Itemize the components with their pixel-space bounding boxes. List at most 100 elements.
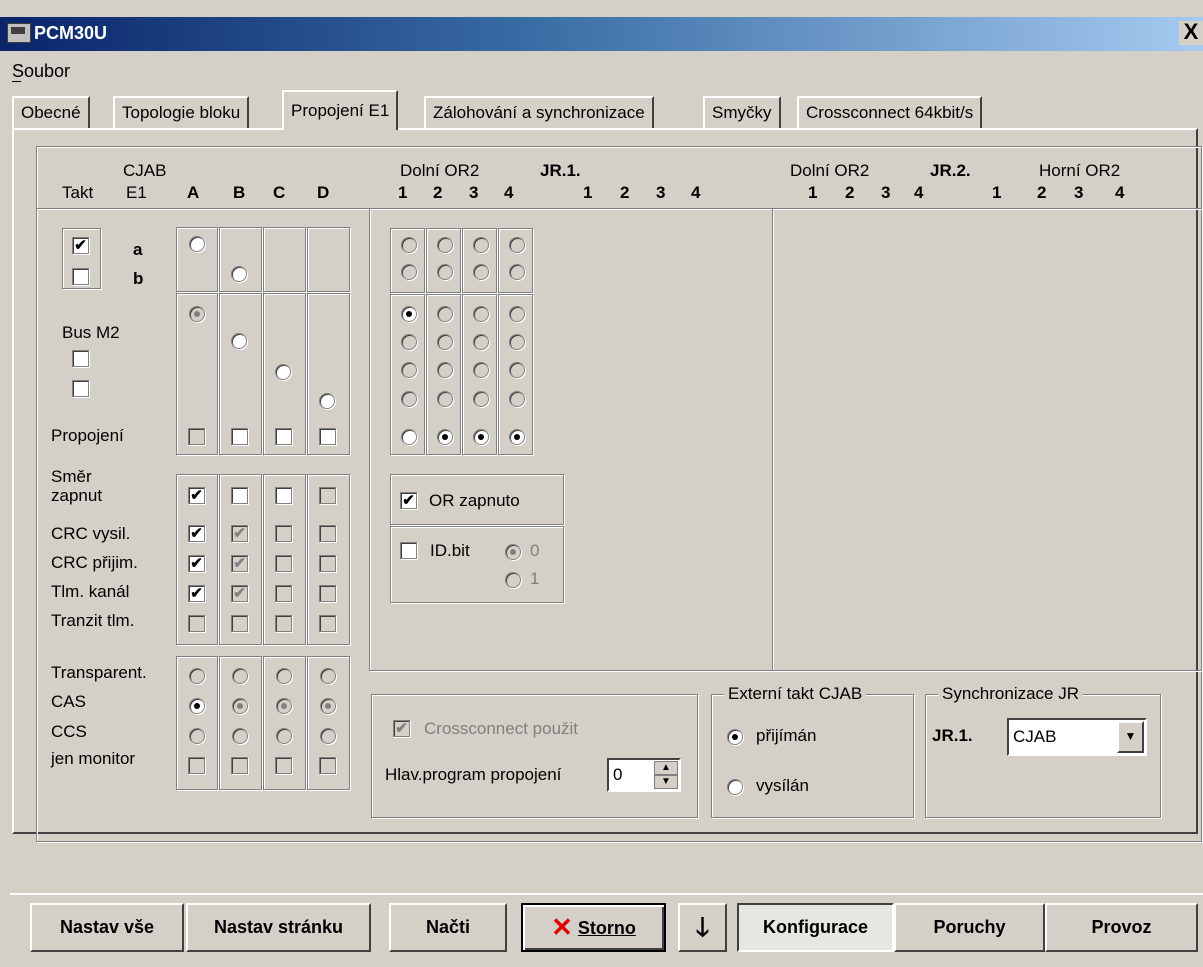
takt-a-checkbox[interactable]: ✔ bbox=[72, 237, 89, 254]
or-radio[interactable] bbox=[437, 429, 453, 445]
tranzit-checkbox-d[interactable] bbox=[319, 615, 336, 632]
or-radio[interactable] bbox=[401, 391, 417, 407]
bus-radio-d[interactable] bbox=[319, 393, 335, 409]
ext-takt-prijiman-radio[interactable] bbox=[727, 729, 743, 745]
ccs-radio-b[interactable] bbox=[232, 728, 248, 744]
crc-prijim-checkbox-a[interactable]: ✔ bbox=[188, 555, 205, 572]
propojeni-checkbox-d[interactable] bbox=[319, 428, 336, 445]
bus-radio-b[interactable] bbox=[231, 333, 247, 349]
poruchy-button[interactable]: Poruchy bbox=[894, 903, 1045, 952]
or-radio[interactable] bbox=[473, 391, 489, 407]
or-radio[interactable] bbox=[473, 264, 489, 280]
or-radio[interactable] bbox=[401, 237, 417, 253]
or-radio[interactable] bbox=[509, 429, 525, 445]
or-radio[interactable] bbox=[437, 391, 453, 407]
bus-m2-checkbox-2[interactable] bbox=[72, 380, 89, 397]
tab-crossconnect[interactable]: Crossconnect 64kbit/s bbox=[797, 96, 983, 128]
nastav-stranku-button[interactable]: Nastav stránku bbox=[186, 903, 371, 952]
or-radio[interactable] bbox=[401, 362, 417, 378]
close-button[interactable]: X bbox=[1179, 21, 1203, 45]
or-radio[interactable] bbox=[509, 264, 525, 280]
tlm-kanal-checkbox-d[interactable] bbox=[319, 585, 336, 602]
cas-radio-b[interactable] bbox=[232, 698, 248, 714]
bus-m2-checkbox-1[interactable] bbox=[72, 350, 89, 367]
tab-obecne[interactable]: Obecné bbox=[12, 96, 90, 128]
arrow-down-button[interactable]: 🡓 bbox=[678, 903, 727, 952]
cas-radio-d[interactable] bbox=[320, 698, 336, 714]
takt-b-checkbox[interactable] bbox=[72, 268, 89, 285]
spin-up-icon[interactable]: ▲ bbox=[654, 761, 678, 775]
id-bit-radio-1[interactable] bbox=[505, 572, 521, 588]
or-zapnuto-checkbox[interactable]: ✔ bbox=[400, 492, 417, 509]
chevron-down-icon[interactable]: ▼ bbox=[1117, 721, 1144, 753]
or-radio[interactable] bbox=[509, 306, 525, 322]
or-radio[interactable] bbox=[473, 334, 489, 350]
crc-vysil-checkbox-b[interactable]: ✔ bbox=[231, 525, 248, 542]
tranzit-checkbox-a[interactable] bbox=[188, 615, 205, 632]
storno-button[interactable]: ✕ Storno bbox=[521, 903, 666, 952]
propojeni-checkbox-a[interactable] bbox=[188, 428, 205, 445]
tranzit-checkbox-b[interactable] bbox=[231, 615, 248, 632]
or-radio[interactable] bbox=[437, 306, 453, 322]
transparent-radio-b[interactable] bbox=[232, 668, 248, 684]
id-bit-checkbox[interactable] bbox=[400, 542, 417, 559]
propojeni-checkbox-c[interactable] bbox=[275, 428, 292, 445]
tab-smycky[interactable]: Smyčky bbox=[703, 96, 781, 128]
crc-prijim-checkbox-b[interactable]: ✔ bbox=[231, 555, 248, 572]
tlm-kanal-checkbox-a[interactable]: ✔ bbox=[188, 585, 205, 602]
or-radio[interactable] bbox=[437, 362, 453, 378]
or-radio[interactable] bbox=[509, 391, 525, 407]
monitor-checkbox-d[interactable] bbox=[319, 757, 336, 774]
ccs-radio-c[interactable] bbox=[276, 728, 292, 744]
tlm-kanal-checkbox-b[interactable]: ✔ bbox=[231, 585, 248, 602]
or-radio[interactable] bbox=[437, 334, 453, 350]
crc-vysil-checkbox-c[interactable] bbox=[275, 525, 292, 542]
crc-vysil-checkbox-d[interactable] bbox=[319, 525, 336, 542]
crossconnect-checkbox[interactable]: ✔ bbox=[393, 720, 410, 737]
konfigurace-button[interactable]: Konfigurace bbox=[737, 903, 894, 952]
crc-prijim-checkbox-d[interactable] bbox=[319, 555, 336, 572]
crc-vysil-checkbox-a[interactable]: ✔ bbox=[188, 525, 205, 542]
ccs-radio-d[interactable] bbox=[320, 728, 336, 744]
or-radio[interactable] bbox=[401, 429, 417, 445]
smer-checkbox-c[interactable] bbox=[275, 487, 292, 504]
or-radio[interactable] bbox=[509, 334, 525, 350]
crc-prijim-checkbox-c[interactable] bbox=[275, 555, 292, 572]
tab-topologie[interactable]: Topologie bloku bbox=[113, 96, 250, 128]
bus-radio-a[interactable] bbox=[189, 306, 205, 322]
or-radio[interactable] bbox=[401, 264, 417, 280]
cas-radio-c[interactable] bbox=[276, 698, 292, 714]
spin-down-icon[interactable]: ▼ bbox=[654, 775, 678, 789]
hlav-program-spinner[interactable]: 0 ▲ ▼ bbox=[607, 758, 681, 792]
or-radio[interactable] bbox=[509, 237, 525, 253]
ccs-radio-a[interactable] bbox=[189, 728, 205, 744]
bus-radio-c[interactable] bbox=[275, 364, 291, 380]
takt-a-radio-a[interactable] bbox=[189, 236, 205, 252]
id-bit-radio-0[interactable] bbox=[505, 544, 521, 560]
propojeni-checkbox-b[interactable] bbox=[231, 428, 248, 445]
or-radio[interactable] bbox=[473, 237, 489, 253]
monitor-checkbox-b[interactable] bbox=[231, 757, 248, 774]
tab-propojeni-e1[interactable]: Propojení E1 bbox=[282, 90, 399, 130]
tab-zalohovani[interactable]: Zálohování a synchronizace bbox=[424, 96, 654, 128]
or-radio[interactable] bbox=[509, 362, 525, 378]
tlm-kanal-checkbox-c[interactable] bbox=[275, 585, 292, 602]
or-radio[interactable] bbox=[401, 334, 417, 350]
or-radio[interactable] bbox=[401, 306, 417, 322]
transparent-radio-d[interactable] bbox=[320, 668, 336, 684]
menu-soubor[interactable]: Soubor bbox=[12, 61, 70, 82]
monitor-checkbox-a[interactable] bbox=[188, 757, 205, 774]
or-radio[interactable] bbox=[437, 237, 453, 253]
transparent-radio-c[interactable] bbox=[276, 668, 292, 684]
provoz-button[interactable]: Provoz bbox=[1045, 903, 1198, 952]
cas-radio-a[interactable] bbox=[189, 698, 205, 714]
or-radio[interactable] bbox=[437, 264, 453, 280]
or-radio[interactable] bbox=[473, 429, 489, 445]
nacti-button[interactable]: Načti bbox=[389, 903, 507, 952]
smer-checkbox-a[interactable]: ✔ bbox=[188, 487, 205, 504]
monitor-checkbox-c[interactable] bbox=[275, 757, 292, 774]
smer-checkbox-d[interactable] bbox=[319, 487, 336, 504]
or-radio[interactable] bbox=[473, 306, 489, 322]
nastav-vse-button[interactable]: Nastav vše bbox=[30, 903, 184, 952]
takt-b-radio-b[interactable] bbox=[231, 266, 247, 282]
